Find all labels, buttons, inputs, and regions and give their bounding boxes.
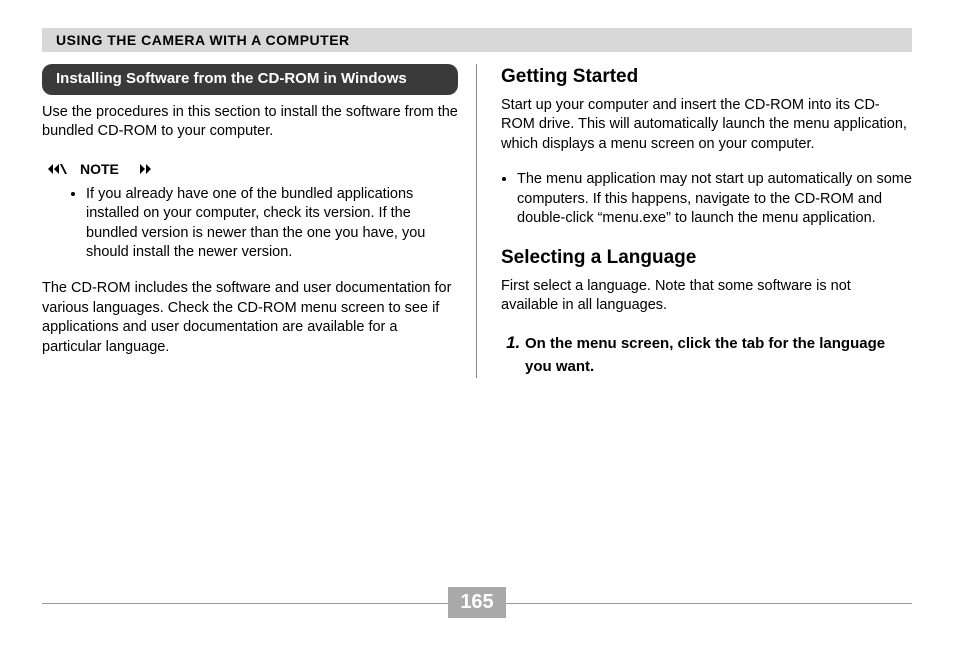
numbered-steps: On the menu screen, click the tab for th… (501, 332, 912, 378)
note-heading: NOTE (48, 160, 458, 179)
right-column: Getting Started Start up your computer a… (477, 64, 912, 378)
left-column: Installing Software from the CD-ROM in W… (42, 64, 477, 378)
step-text: On the menu screen, click the tab for th… (525, 335, 885, 375)
manual-page: USING THE CAMERA WITH A COMPUTER Install… (0, 0, 954, 646)
paragraph-2: The CD-ROM includes the software and use… (42, 279, 458, 357)
note-right-icon (125, 163, 151, 175)
note-label: NOTE (80, 160, 119, 179)
content-columns: Installing Software from the CD-ROM in W… (42, 64, 912, 378)
selecting-language-paragraph: First select a language. Note that some … (501, 277, 912, 316)
section-title-pill: Installing Software from the CD-ROM in W… (42, 64, 458, 95)
heading-selecting-language: Selecting a Language (501, 245, 912, 271)
list-item: The menu application may not start up au… (517, 170, 912, 229)
heading-getting-started: Getting Started (501, 64, 912, 90)
intro-paragraph: Use the procedures in this section to in… (42, 103, 458, 142)
step-item: On the menu screen, click the tab for th… (525, 332, 912, 378)
page-number: 165 (448, 587, 506, 618)
getting-started-paragraph: Start up your computer and insert the CD… (501, 96, 912, 155)
page-footer: 165 (42, 587, 912, 618)
note-bullet-item: If you already have one of the bundled a… (86, 185, 458, 263)
note-bullet-list: If you already have one of the bundled a… (42, 185, 458, 263)
chapter-header: USING THE CAMERA WITH A COMPUTER (42, 28, 912, 52)
getting-started-bullets: The menu application may not start up au… (501, 170, 912, 229)
note-left-icon (48, 163, 74, 175)
